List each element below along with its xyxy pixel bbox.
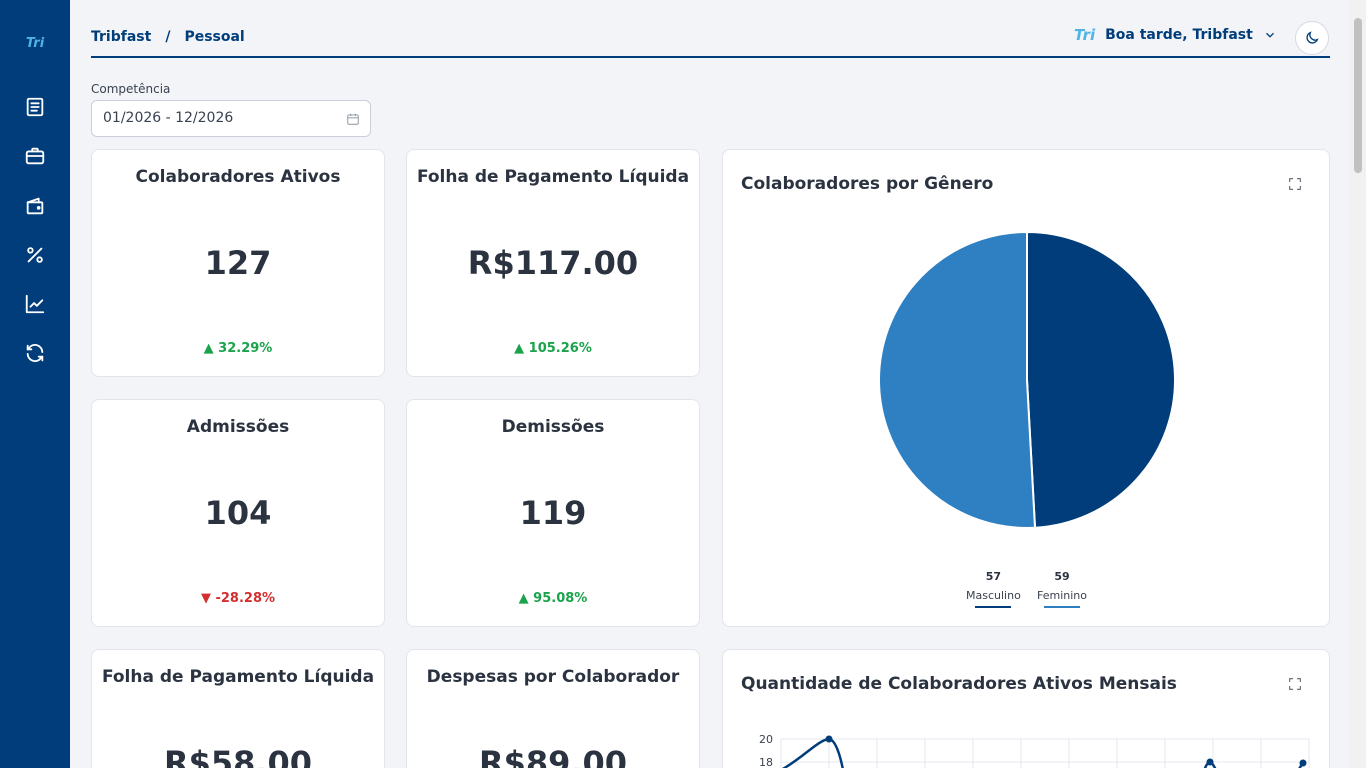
- series-line-left: [781, 737, 844, 768]
- legend-count: 57: [985, 570, 1002, 583]
- wallet-icon: [26, 197, 44, 215]
- kpi-delta: ▲ 105.26%: [514, 341, 592, 356]
- chart-title: Quantidade de Colaboradores Ativos Mensa…: [741, 674, 1177, 694]
- legend-swatch: [1044, 606, 1080, 608]
- legend-label: Feminino: [1037, 589, 1087, 602]
- moon-icon: [1306, 31, 1319, 44]
- chevron-down-icon: [1265, 32, 1274, 38]
- data-point[interactable]: [1299, 759, 1307, 767]
- expand-chart-button[interactable]: [1287, 176, 1303, 192]
- legend-count: 59: [1054, 570, 1070, 583]
- kpi-card-folha-pagamento: Folha de Pagamento Líquida R$117.00 ▲ 10…: [406, 149, 700, 377]
- kpi-title: Despesas por Colaborador: [426, 667, 680, 687]
- kpi-delta: ▼ -28.28%: [200, 591, 276, 606]
- sidebar-item-taxes[interactable]: [22, 242, 48, 268]
- kpi-value: R$117.00: [467, 244, 639, 282]
- kpi-value: 119: [519, 494, 587, 532]
- breadcrumb-separator: /: [165, 29, 171, 45]
- refresh-icon: [26, 344, 44, 362]
- kpi-value: R$58.00: [163, 744, 313, 768]
- y-tick-18: 18: [759, 756, 773, 768]
- breadcrumb: Tribfast / Pessoal: [91, 29, 245, 45]
- calendar-icon: [347, 113, 359, 125]
- kpi-value: 127: [204, 244, 272, 282]
- scrollbar-thumb[interactable]: [1354, 18, 1362, 173]
- user-brand-logo: Tri: [1074, 26, 1096, 44]
- legend-item-feminino[interactable]: 59 Feminino: [1037, 570, 1087, 608]
- gender-pie-chart: [878, 230, 1176, 529]
- user-greeting: Boa tarde, Tribfast: [1105, 27, 1253, 43]
- sidebar-item-business[interactable]: [22, 143, 48, 169]
- breadcrumb-root[interactable]: Tribfast: [91, 29, 151, 45]
- top-header: Tribfast / Pessoal Tri Boa tarde, Tribfa…: [91, 20, 1330, 58]
- kpi-delta: ▲ 95.08%: [518, 591, 588, 606]
- kpi-title: Folha de Pagamento Líquida: [416, 167, 690, 187]
- legend-label: Masculino: [966, 589, 1021, 602]
- briefcase-icon: [25, 147, 45, 165]
- kpi-title: Demissões: [501, 417, 605, 437]
- competencia-label: Competência: [91, 82, 171, 96]
- pie-slice-feminino[interactable]: [878, 230, 1037, 529]
- percent-icon: [27, 247, 43, 263]
- date-range-input[interactable]: 01/2026 - 12/2026: [91, 100, 371, 137]
- kpi-title: Folha de Pagamento Líquida: [101, 667, 375, 687]
- chart-grid: [780, 738, 1310, 768]
- kpi-card-folha-pagamento-2: Folha de Pagamento Líquida R$58.00: [91, 649, 385, 768]
- page-scrollbar[interactable]: [1350, 0, 1366, 768]
- kpi-card-admissoes: Admissões 104 ▼ -28.28%: [91, 399, 385, 627]
- sidebar-item-sync[interactable]: [22, 340, 48, 366]
- sidebar: Tri: [0, 0, 70, 768]
- pie-slice-masculino[interactable]: [1026, 230, 1176, 529]
- sidebar-item-documents[interactable]: [22, 94, 48, 120]
- sidebar-item-analytics[interactable]: [22, 291, 48, 317]
- kpi-title: Colaboradores Ativos: [135, 167, 341, 187]
- kpi-delta: ▲ 32.29%: [203, 341, 273, 356]
- kpi-value: 104: [204, 494, 272, 532]
- kpi-card-colaboradores-ativos: Colaboradores Ativos 127 ▲ 32.29%: [91, 149, 385, 377]
- kpi-card-demissoes: Demissões 119 ▲ 95.08%: [406, 399, 700, 627]
- kpi-card-despesas-colaborador: Despesas por Colaborador R$89.00: [406, 649, 700, 768]
- theme-toggle-button[interactable]: [1295, 21, 1329, 55]
- gender-chart-card: Colaboradores por Gênero 57 Masculino 59…: [722, 149, 1330, 627]
- expand-icon: [1289, 678, 1301, 690]
- date-range-value: 01/2026 - 12/2026: [103, 110, 234, 126]
- y-tick-20: 20: [759, 733, 773, 746]
- book-icon: [26, 97, 44, 117]
- chart-title: Colaboradores por Gênero: [741, 174, 994, 194]
- chart-line-icon: [25, 294, 45, 314]
- user-menu[interactable]: Tri Boa tarde, Tribfast: [1074, 26, 1277, 44]
- sidebar-item-wallet[interactable]: [22, 193, 48, 219]
- legend-item-masculino[interactable]: 57 Masculino: [966, 570, 1021, 608]
- data-point[interactable]: [825, 735, 833, 743]
- data-point[interactable]: [1206, 758, 1214, 766]
- legend-swatch: [975, 606, 1012, 608]
- breadcrumb-current: Pessoal: [184, 29, 245, 45]
- expand-chart-button[interactable]: [1287, 676, 1303, 692]
- monthly-line-chart: 20 18: [759, 733, 1310, 768]
- kpi-title: Admissões: [186, 417, 290, 437]
- kpi-value: R$89.00: [478, 744, 628, 768]
- expand-icon: [1289, 178, 1301, 190]
- app-logo[interactable]: Tri: [0, 36, 70, 51]
- monthly-active-chart-card: Quantidade de Colaboradores Ativos Mensa…: [722, 649, 1330, 768]
